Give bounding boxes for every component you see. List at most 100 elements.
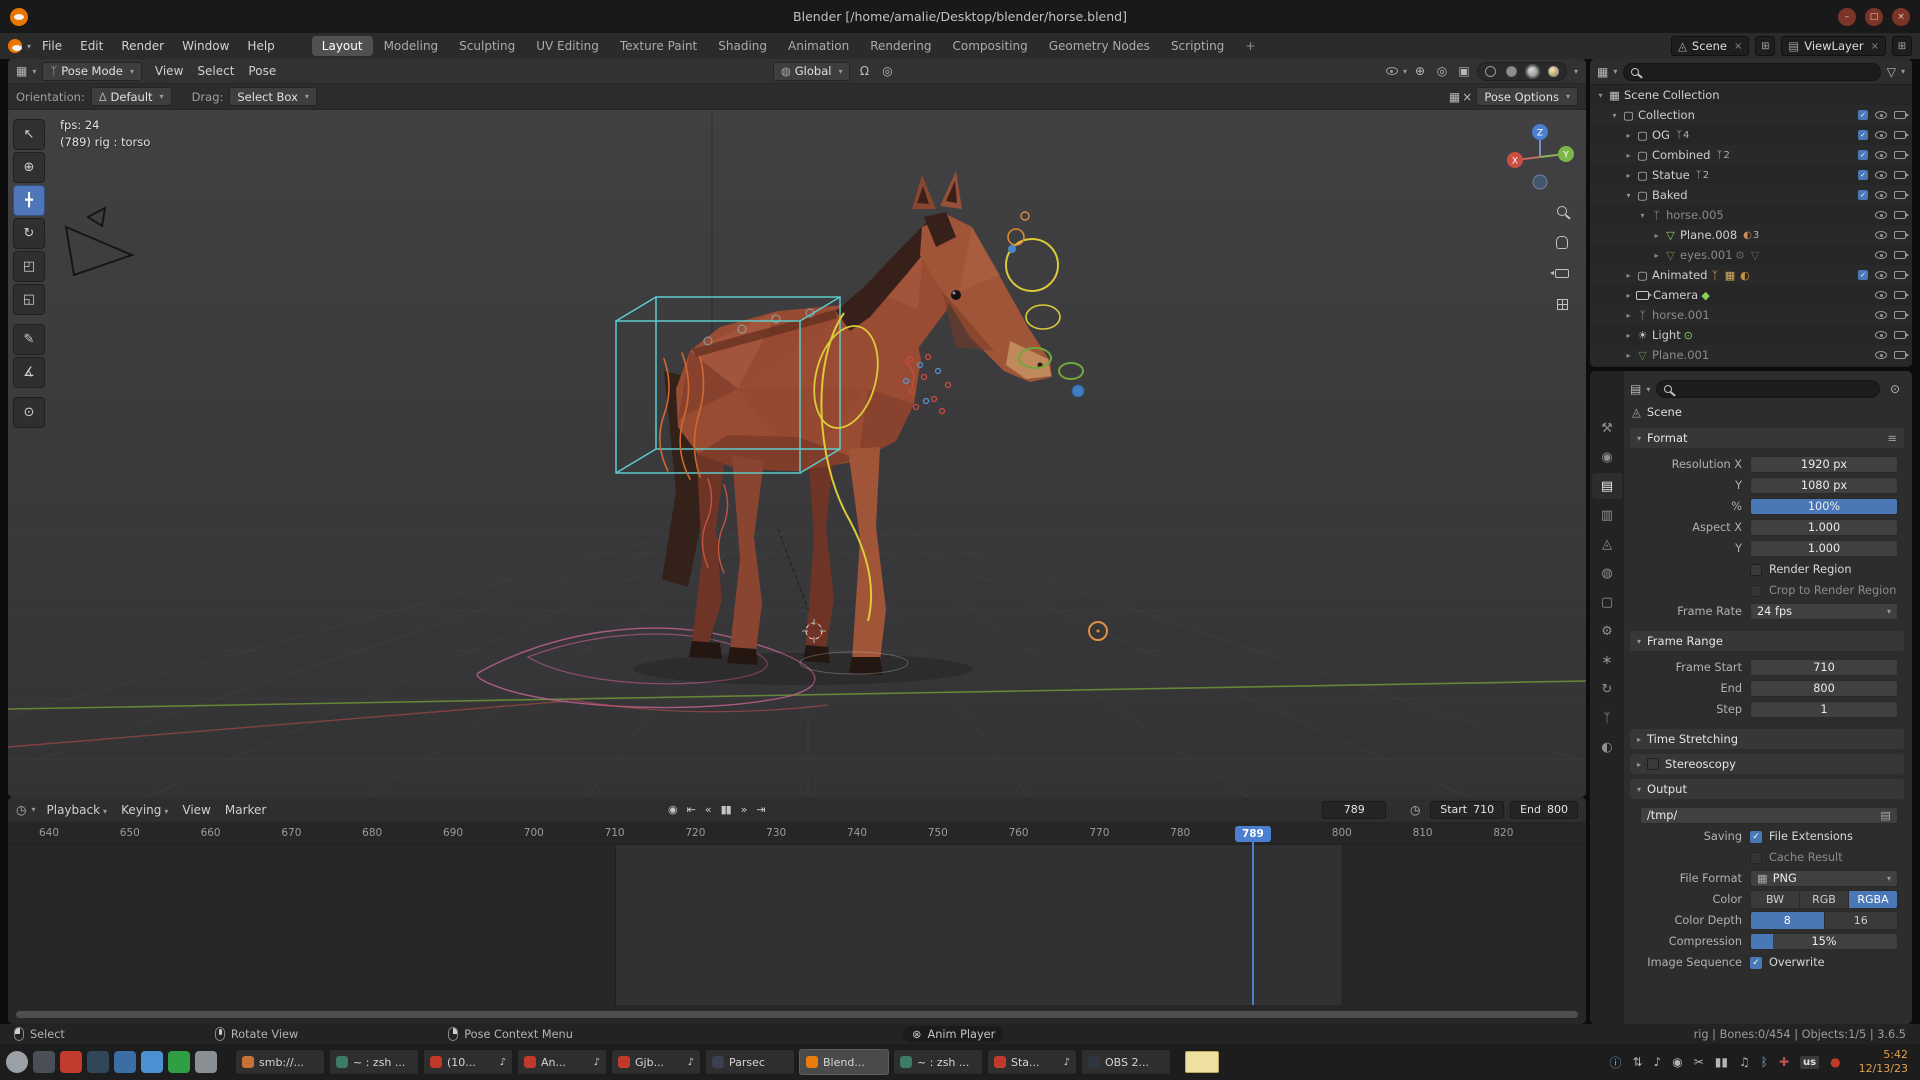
zoom-icon[interactable]: [1552, 201, 1572, 221]
segment-16[interactable]: 16: [1825, 912, 1898, 929]
snap-target-icon[interactable]: ▦×: [1449, 87, 1472, 106]
viewport-menu-pose[interactable]: Pose: [241, 64, 283, 78]
section-checkbox[interactable]: [1647, 758, 1659, 770]
disclosure-closed-icon[interactable]: ▸: [1622, 331, 1635, 340]
task-button-an[interactable]: An...♪: [517, 1049, 607, 1075]
minimize-button[interactable]: –: [1838, 8, 1856, 26]
visibility-dropdown[interactable]: ▾: [1386, 62, 1407, 81]
output-path-field[interactable]: /tmp/▤: [1640, 807, 1898, 824]
outliner-row-eyes-001[interactable]: ▸▽eyes.001⚙▽: [1590, 245, 1912, 265]
transport-next-keyframe-button[interactable]: »: [741, 803, 747, 816]
task-button-parsec[interactable]: Parsec: [705, 1049, 795, 1075]
checkbox-group[interactable]: Render Region: [1750, 563, 1904, 576]
launcher-file-manager[interactable]: [114, 1051, 136, 1073]
task-button-10[interactable]: (10...♪: [423, 1049, 513, 1075]
workspace-tab-compositing[interactable]: Compositing: [942, 36, 1037, 56]
shading-rendered-button[interactable]: [1546, 64, 1561, 79]
outliner-row-horse-005[interactable]: ▾ᛉhorse.005: [1590, 205, 1912, 225]
timeline-ruler[interactable]: 6406506606706806907007107207307407507607…: [8, 823, 1586, 845]
tool-scale[interactable]: ◰: [13, 251, 45, 282]
render-visibility-icon[interactable]: [1894, 331, 1906, 339]
properties-tab-output[interactable]: ▤: [1592, 473, 1622, 499]
prop-dropdown-file-format[interactable]: ▦PNG▾: [1750, 870, 1898, 887]
overlays-toggle-icon[interactable]: ◎: [1433, 62, 1451, 81]
axis-neg-z-ball[interactable]: [1533, 175, 1547, 189]
launcher-text-editor[interactable]: [141, 1051, 163, 1073]
hide-toggle-icon[interactable]: [1875, 311, 1887, 319]
section-menu-icon[interactable]: ≡: [1887, 431, 1897, 445]
outliner-row-plane-008[interactable]: ▸▽Plane.008◐3: [1590, 225, 1912, 245]
playhead-tag[interactable]: 789: [1235, 826, 1271, 842]
render-visibility-icon[interactable]: [1894, 311, 1906, 319]
tool-rotate[interactable]: ↻: [13, 218, 45, 249]
render-visibility-icon[interactable]: [1894, 131, 1906, 139]
clock[interactable]: 5:42 12/13/23: [1859, 1048, 1908, 1076]
current-frame-field[interactable]: 789: [1322, 801, 1386, 819]
task-button-smb[interactable]: smb://...: [235, 1049, 325, 1075]
render-visibility-icon[interactable]: [1894, 291, 1906, 299]
workspace-tab-layout[interactable]: Layout: [312, 36, 373, 56]
disclosure-closed-icon[interactable]: ▸: [1622, 351, 1635, 360]
drag-setting-dropdown[interactable]: Select Box ▾: [229, 87, 317, 106]
segment-8[interactable]: 8: [1751, 912, 1825, 929]
checkbox-cache-result[interactable]: [1750, 852, 1762, 864]
3d-viewport[interactable]: ▦▾ ᛉ Pose Mode ▾ ViewSelectPose ◍ Global…: [8, 59, 1586, 797]
segment-bw[interactable]: BW: [1751, 891, 1800, 908]
timeline-menu-keying[interactable]: Keying▾: [114, 803, 175, 817]
task-button-sta[interactable]: Sta...♪: [987, 1049, 1077, 1075]
folder-icon[interactable]: ▤: [1880, 809, 1891, 822]
render-visibility-icon[interactable]: [1894, 271, 1906, 279]
stop-player-icon[interactable]: ⊗: [912, 1028, 921, 1041]
workspace-tab-shading[interactable]: Shading: [708, 36, 777, 56]
properties-tab-material[interactable]: ◐: [1592, 734, 1622, 760]
tray-keyboard-layout-icon[interactable]: us: [1800, 1056, 1819, 1069]
outliner-row-plane-001[interactable]: ▸▽Plane.001: [1590, 345, 1912, 365]
prop-field-y[interactable]: 1.000: [1750, 540, 1898, 557]
outliner-row-animated[interactable]: ▸▢Animatedᛉ▦◐✓: [1590, 265, 1912, 285]
timeline-menu-marker[interactable]: Marker: [218, 803, 273, 817]
workspace-tab-rendering[interactable]: Rendering: [860, 36, 941, 56]
section-header-format[interactable]: ▾Format≡: [1630, 428, 1904, 448]
render-visibility-icon[interactable]: [1894, 171, 1906, 179]
prop-slider-compression[interactable]: 15%: [1750, 933, 1898, 950]
workspace-tab-sculpting[interactable]: Sculpting: [449, 36, 525, 56]
hide-toggle-icon[interactable]: [1875, 111, 1887, 119]
gizmos-toggle-icon[interactable]: ⊕: [1411, 62, 1429, 81]
viewlayer-selector[interactable]: ▤ ViewLayer ×: [1781, 36, 1886, 56]
unlink-scene-icon[interactable]: ×: [1734, 41, 1742, 52]
anim-player-indicator[interactable]: ⊗ Anim Player: [903, 1026, 1004, 1042]
task-button-zsh[interactable]: ~ : zsh ...: [329, 1049, 419, 1075]
prop-field-aspect-x[interactable]: 1.000: [1750, 519, 1898, 536]
timeline-editor-icon[interactable]: ◷▾: [16, 800, 36, 819]
transport-jump-to-start-button[interactable]: ⇤: [687, 803, 695, 816]
timeline-menu-view[interactable]: View: [175, 803, 217, 817]
tool-annotate[interactable]: ✎: [13, 324, 45, 355]
editor-type-icon[interactable]: ▦▾: [16, 62, 36, 81]
new-scene-button[interactable]: ⊞: [1755, 36, 1775, 56]
tool-measure[interactable]: ∡: [13, 357, 45, 388]
transform-orientation-dropdown[interactable]: ◍ Global ▾: [773, 62, 851, 81]
disclosure-closed-icon[interactable]: ▸: [1650, 231, 1663, 240]
viewport-menu-select[interactable]: Select: [190, 64, 241, 78]
workspace-tab-texture-paint[interactable]: Texture Paint: [610, 36, 707, 56]
task-button-obs-2[interactable]: OBS 2...: [1081, 1049, 1171, 1075]
scene-selector[interactable]: ◬ Scene ×: [1671, 36, 1749, 56]
pose-options-dropdown[interactable]: Pose Options ▾: [1476, 87, 1578, 106]
outliner-row-combined[interactable]: ▸▢Combinedᛉ2✓: [1590, 145, 1912, 165]
use-preview-range-icon[interactable]: ◷: [1406, 800, 1424, 819]
tool-tweak[interactable]: ↖: [13, 119, 45, 150]
hide-toggle-icon[interactable]: [1875, 271, 1887, 279]
new-viewlayer-button[interactable]: ⊞: [1892, 36, 1912, 56]
outliner-row-og[interactable]: ▸▢OGᛉ4✓: [1590, 125, 1912, 145]
notes-window-icon[interactable]: [1185, 1051, 1219, 1073]
disclosure-closed-icon[interactable]: ▸: [1650, 251, 1663, 260]
camera-view-icon[interactable]: [1552, 263, 1572, 283]
hide-toggle-icon[interactable]: [1875, 151, 1887, 159]
section-header-time-stretching[interactable]: ▸Time Stretching: [1630, 729, 1904, 749]
properties-tab-world[interactable]: ◍: [1592, 560, 1622, 586]
properties-tab-object-data[interactable]: ᛉ: [1592, 705, 1622, 731]
properties-tab-object[interactable]: ▢: [1592, 589, 1622, 615]
viewport-3d-canvas[interactable]: [8, 59, 1586, 797]
exclude-checkbox[interactable]: ✓: [1858, 150, 1868, 160]
menu-edit[interactable]: Edit: [71, 37, 112, 55]
